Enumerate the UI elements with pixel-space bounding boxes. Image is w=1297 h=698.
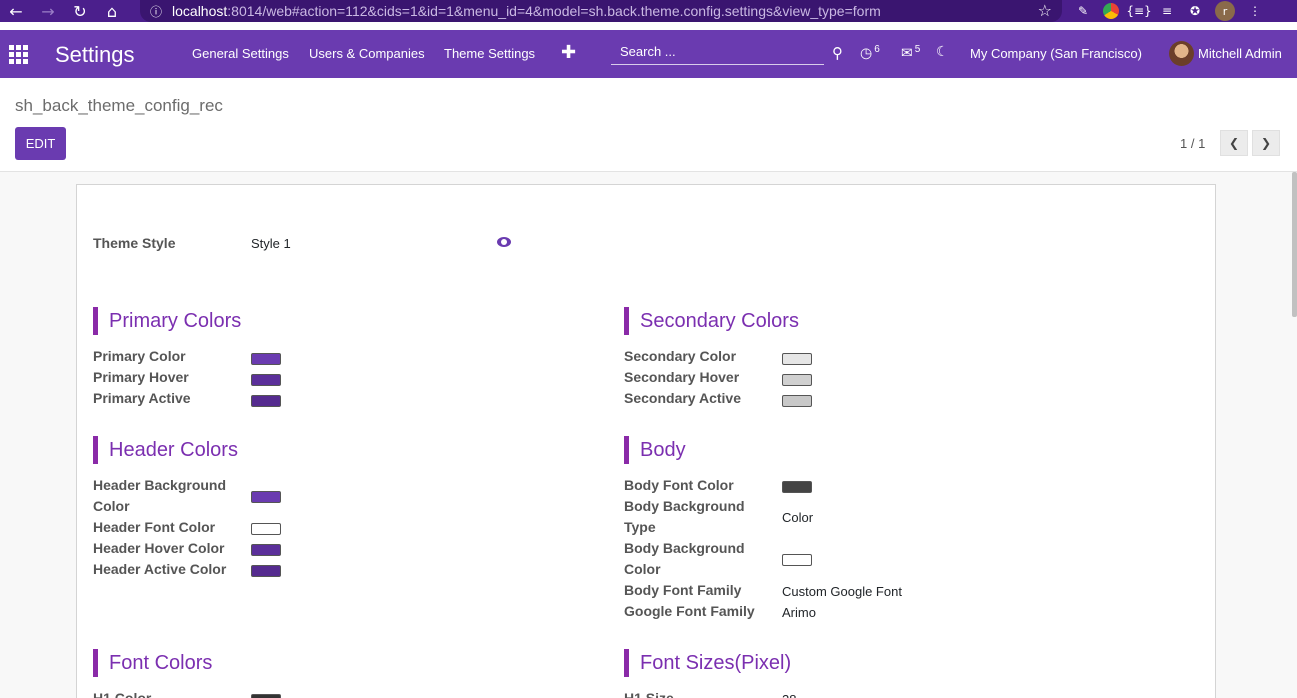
google-font-family-label: Google Font Family — [624, 603, 755, 619]
form-sheet: Theme Style Style 1 Primary Colors Prima… — [76, 184, 1216, 698]
pen-extension-icon[interactable]: ✎ — [1075, 3, 1091, 19]
pager-next-icon[interactable]: ❯ — [1252, 130, 1280, 156]
primary-color-label: Primary Color — [93, 348, 186, 364]
primary-hover-swatch[interactable] — [251, 374, 281, 386]
edit-button[interactable]: EDIT — [15, 127, 66, 160]
bookmark-star-icon[interactable]: ☆ — [1038, 1, 1052, 20]
header-active-color-label: Header Active Color — [93, 561, 227, 577]
secondary-color-swatch[interactable] — [782, 353, 812, 365]
h1-size-label: H1 Size — [624, 690, 674, 698]
secondary-color-label: Secondary Color — [624, 348, 737, 364]
url-host: localhost — [172, 3, 228, 19]
primary-colors-title: Primary Colors — [93, 307, 241, 335]
h1-color-swatch[interactable] — [251, 694, 281, 698]
url-path: :8014/web#action=112&cids=1&id=1&menu_id… — [227, 3, 881, 19]
app-navbar: Settings General Settings Users & Compan… — [0, 30, 1297, 78]
primary-hover-label: Primary Hover — [93, 369, 189, 385]
url-text: localhost:8014/web#action=112&cids=1&id=… — [172, 3, 881, 19]
menu-general-settings[interactable]: General Settings — [192, 46, 289, 61]
menu-users-companies[interactable]: Users & Companies — [309, 46, 425, 61]
body-background-color-label-line1: Body Background — [624, 540, 745, 556]
pager-value[interactable]: 1 / 1 — [1180, 136, 1205, 151]
browser-toolbar: ← → ↻ ⌂ ⓘ localhost:8014/web#action=112&… — [0, 0, 1297, 22]
header-background-label-line2: Color — [93, 498, 130, 514]
messages-icon[interactable]: ✉ 5 — [901, 44, 920, 62]
list-extension-icon[interactable]: ≡ — [1159, 3, 1175, 19]
body-background-type-label-line2: Type — [624, 519, 656, 535]
user-avatar[interactable] — [1169, 41, 1194, 66]
code-extension-icon[interactable]: {≡} — [1126, 3, 1151, 19]
info-icon[interactable]: ⓘ — [150, 3, 162, 20]
header-colors-title: Header Colors — [93, 436, 238, 464]
font-sizes-title: Font Sizes(Pixel) — [624, 649, 791, 677]
puzzle-icon[interactable]: ✪ — [1187, 3, 1203, 19]
back-arrow-icon[interactable]: ← — [0, 0, 32, 22]
header-background-swatch[interactable] — [251, 491, 281, 503]
body-background-color-swatch[interactable] — [782, 554, 812, 566]
eye-icon[interactable] — [497, 237, 511, 247]
app-title[interactable]: Settings — [55, 42, 135, 68]
body-font-color-label: Body Font Color — [624, 477, 734, 493]
h1-color-label: H1 Color — [93, 690, 152, 698]
extensions-area: ✎ {≡} ≡ ✪ r ⋮ — [1075, 0, 1263, 22]
secondary-hover-label: Secondary Hover — [624, 369, 740, 385]
apps-grid-icon[interactable] — [9, 45, 29, 64]
profile-avatar[interactable]: r — [1215, 1, 1235, 21]
activity-count-badge: 6 — [874, 44, 880, 55]
search-icon[interactable]: ⚲ — [832, 44, 843, 62]
chrome-extension-icon[interactable] — [1103, 3, 1119, 19]
body-font-family-label: Body Font Family — [624, 582, 742, 598]
forward-arrow-icon[interactable]: → — [32, 0, 64, 22]
body-background-type-label-line1: Body Background — [624, 498, 745, 514]
primary-active-label: Primary Active — [93, 390, 191, 406]
search-box — [611, 39, 824, 65]
body-background-color-label-line2: Color — [624, 561, 661, 577]
secondary-colors-title: Secondary Colors — [624, 307, 799, 335]
body-font-family-value[interactable]: Custom Google Font — [782, 581, 902, 602]
control-panel: sh_back_theme_config_rec EDIT 1 / 1 ❮ ❯ — [0, 78, 1297, 172]
theme-style-value[interactable]: Style 1 — [251, 233, 291, 254]
menu-theme-settings[interactable]: Theme Settings — [444, 46, 535, 61]
user-menu[interactable]: Mitchell Admin — [1198, 46, 1282, 61]
body-font-color-swatch[interactable] — [782, 481, 812, 493]
header-hover-color-label: Header Hover Color — [93, 540, 225, 556]
primary-color-swatch[interactable] — [251, 353, 281, 365]
header-font-color-label: Header Font Color — [93, 519, 216, 535]
header-active-color-swatch[interactable] — [251, 565, 281, 577]
scrollbar-thumb[interactable] — [1292, 172, 1297, 317]
plus-icon[interactable]: ✚ — [561, 42, 576, 63]
kebab-menu-icon[interactable]: ⋮ — [1247, 3, 1263, 19]
breadcrumb: sh_back_theme_config_rec — [15, 96, 223, 115]
body-title: Body — [624, 436, 686, 464]
body-background-type-value[interactable]: Color — [782, 507, 813, 528]
header-hover-color-swatch[interactable] — [251, 544, 281, 556]
address-bar[interactable]: ⓘ localhost:8014/web#action=112&cids=1&i… — [140, 0, 1062, 22]
home-icon[interactable]: ⌂ — [96, 0, 128, 22]
header-background-label-line1: Header Background — [93, 477, 227, 493]
theme-style-label: Theme Style — [93, 235, 176, 251]
search-input[interactable] — [611, 39, 824, 64]
form-view: Theme Style Style 1 Primary Colors Prima… — [0, 172, 1297, 698]
font-colors-title: Font Colors — [93, 649, 212, 677]
pager-previous-icon[interactable]: ❮ — [1220, 130, 1248, 156]
company-switcher[interactable]: My Company (San Francisco) — [970, 46, 1142, 61]
secondary-active-swatch[interactable] — [782, 395, 812, 407]
h1-size-value[interactable]: 28 — [782, 689, 796, 698]
secondary-active-label: Secondary Active — [624, 390, 741, 406]
reload-icon[interactable]: ↻ — [64, 0, 96, 22]
message-count-badge: 5 — [914, 44, 921, 55]
header-font-color-swatch[interactable] — [251, 523, 281, 535]
dark-mode-moon-icon[interactable]: ☾ — [936, 44, 949, 60]
activity-clock-icon[interactable]: ◷ 6 — [860, 44, 880, 62]
google-font-family-value[interactable]: Arimo — [782, 602, 816, 623]
secondary-hover-swatch[interactable] — [782, 374, 812, 386]
primary-active-swatch[interactable] — [251, 395, 281, 407]
